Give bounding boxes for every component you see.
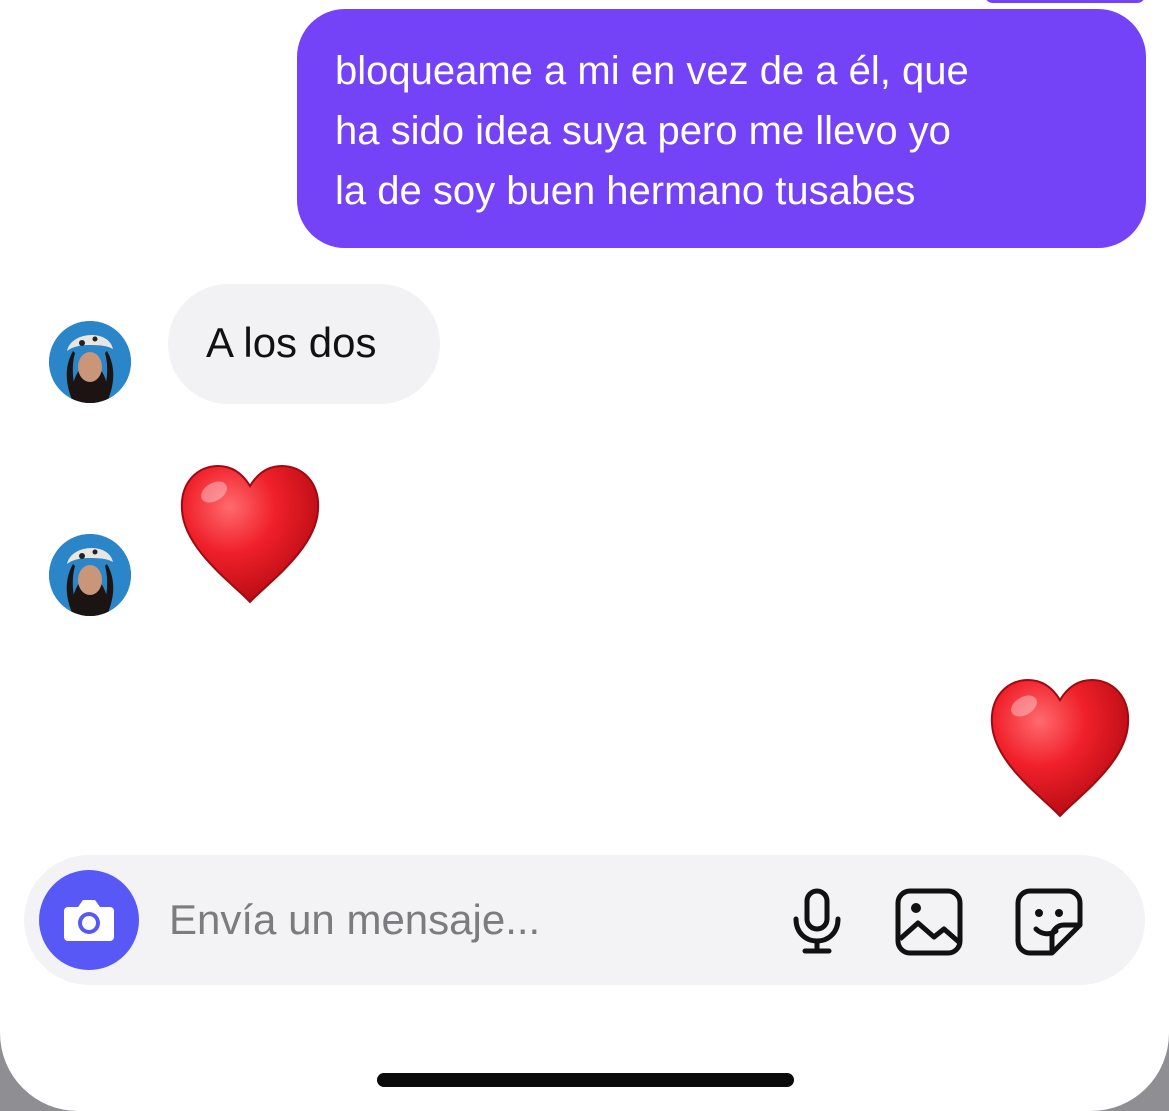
message-composer <box>24 855 1145 985</box>
camera-icon <box>64 900 114 941</box>
message-line: ha sido idea suya pero me llevo yo <box>335 109 951 153</box>
sent-message-bubble[interactable]: bloqueame a mi en vez de a él, que ha si… <box>297 9 1146 248</box>
chat-screen: bloqueame a mi en vez de a él, que ha si… <box>0 0 1169 1111</box>
message-line: bloqueame a mi en vez de a él, que <box>335 49 969 93</box>
camera-button[interactable] <box>39 870 139 970</box>
message-text: A los dos <box>206 319 377 366</box>
gallery-icon[interactable] <box>894 887 964 957</box>
sticker-icon[interactable] <box>1014 887 1084 957</box>
red-heart-icon[interactable] <box>176 462 324 608</box>
received-message-bubble[interactable]: A los dos <box>168 284 440 404</box>
home-indicator <box>377 1073 794 1087</box>
contact-avatar[interactable] <box>49 534 131 616</box>
red-heart-icon[interactable] <box>986 676 1134 822</box>
previous-message-bubble-edge <box>985 0 1145 3</box>
microphone-icon[interactable] <box>782 887 852 957</box>
contact-avatar[interactable] <box>49 321 131 403</box>
message-line: la de soy buen hermano tusabes <box>335 169 916 213</box>
message-input[interactable] <box>169 889 769 951</box>
